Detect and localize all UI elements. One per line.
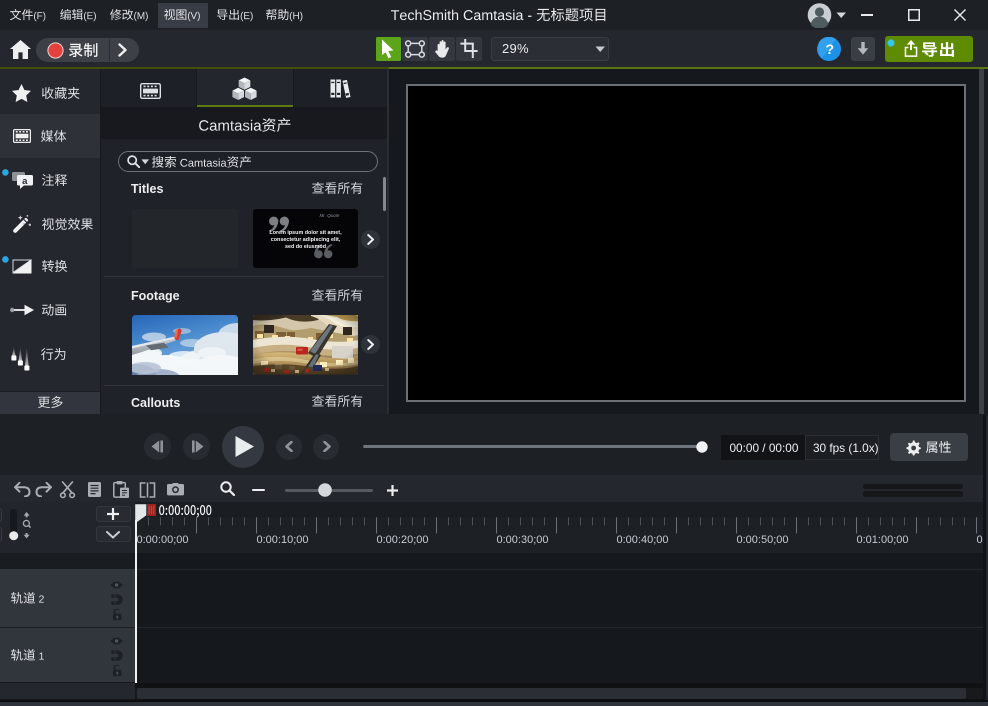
- svg-text:a: a: [22, 176, 28, 187]
